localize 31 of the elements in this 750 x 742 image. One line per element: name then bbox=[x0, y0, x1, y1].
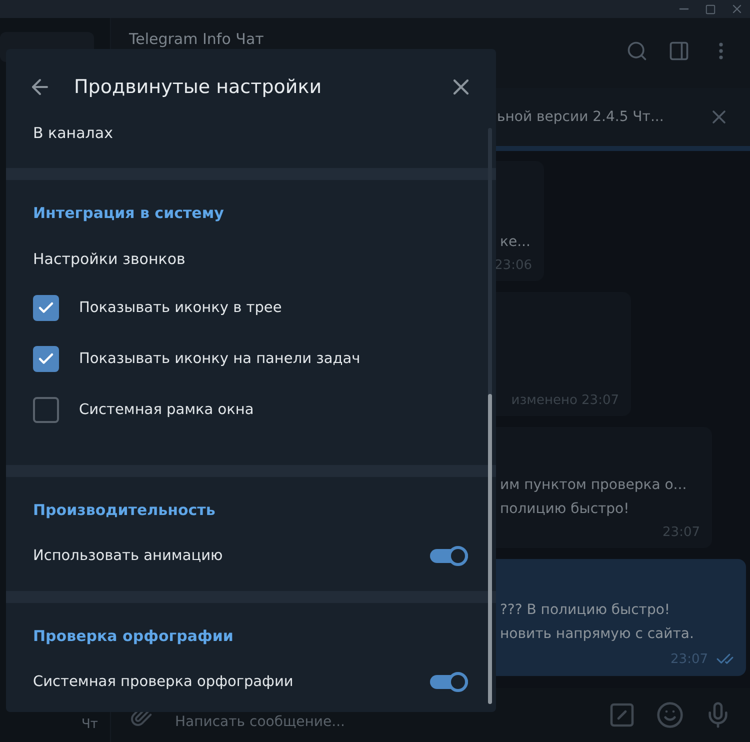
message-text: ке... bbox=[500, 234, 532, 250]
emoji-icon[interactable] bbox=[656, 701, 684, 729]
checkbox[interactable] bbox=[33, 396, 59, 422]
chat-time: Чт bbox=[82, 717, 98, 732]
checkbox-label: Показывать иконку в трее bbox=[79, 300, 283, 316]
section-title: Проверка орфографии bbox=[32, 626, 234, 647]
maximize-icon[interactable] bbox=[705, 4, 716, 14]
dialog-title: Продвинутые настройки bbox=[74, 76, 323, 98]
message-input[interactable]: Написать сообщение... bbox=[173, 713, 588, 731]
settings-link[interactable]: В каналах bbox=[6, 124, 496, 142]
message-text: новить напрямую с сайта. bbox=[500, 626, 695, 642]
settings-link[interactable]: Настройки звонков bbox=[6, 236, 496, 282]
checkbox-label: Системная рамка окна bbox=[79, 402, 255, 418]
commands-icon[interactable] bbox=[608, 701, 636, 729]
message-text: ??? В полицию быстро! bbox=[500, 602, 672, 618]
message-text: им пунктом проверка о... bbox=[500, 477, 688, 493]
pinned-text: ьной версии 2.4.5 Чт... bbox=[497, 109, 664, 125]
section-title: Производительность bbox=[32, 500, 216, 521]
search-icon[interactable] bbox=[626, 40, 648, 62]
setting-label: Системная проверка орфографии bbox=[33, 674, 294, 690]
sidebar-panel-icon[interactable] bbox=[668, 40, 690, 62]
toggle-switch[interactable] bbox=[430, 546, 468, 566]
message-text: полицию быстро! bbox=[500, 501, 630, 517]
close-icon[interactable] bbox=[730, 2, 744, 16]
setting-label: Использовать анимацию bbox=[33, 548, 224, 564]
checkbox[interactable] bbox=[33, 294, 59, 320]
checkbox[interactable] bbox=[33, 346, 59, 372]
checkbox-label: Показывать иконку на панели задач bbox=[79, 350, 362, 366]
toggle-switch[interactable] bbox=[430, 672, 468, 692]
chat-title: Telegram Info Чат bbox=[129, 30, 265, 48]
section-title: Интеграция в систему bbox=[32, 203, 225, 224]
